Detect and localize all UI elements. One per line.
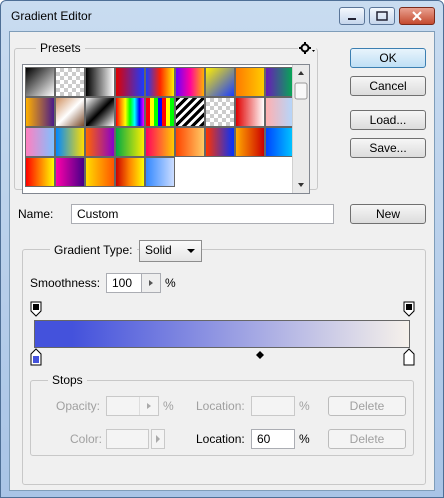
gradient-type-value: Solid bbox=[145, 243, 172, 257]
preset-swatch[interactable] bbox=[205, 97, 235, 127]
cancel-button[interactable]: Cancel bbox=[350, 76, 426, 96]
name-input[interactable]: Custom bbox=[71, 204, 334, 224]
color-location-unit: % bbox=[299, 432, 310, 446]
color-midpoint-marker[interactable] bbox=[256, 348, 264, 359]
presets-label: Presets bbox=[36, 41, 85, 55]
smoothness-value: 100 bbox=[112, 276, 133, 290]
stop-color-swatch[interactable] bbox=[106, 429, 149, 449]
presets-scrollbar[interactable] bbox=[292, 65, 309, 193]
smoothness-label: Smoothness: bbox=[30, 276, 101, 290]
opacity-stop-icon bbox=[403, 301, 415, 317]
delete-color-stop-button[interactable]: Delete bbox=[328, 429, 406, 449]
ok-button[interactable]: OK bbox=[350, 48, 426, 68]
preset-swatch[interactable] bbox=[25, 97, 55, 127]
opacity-label: Opacity: bbox=[56, 399, 101, 413]
color-stop-icon bbox=[30, 348, 42, 366]
close-icon bbox=[412, 11, 422, 21]
stop-color-menu-button[interactable] bbox=[151, 429, 165, 449]
stops-label: Stops bbox=[48, 373, 87, 387]
opacity-location-input[interactable] bbox=[251, 396, 295, 416]
gradient-preview-bar[interactable] bbox=[34, 320, 410, 348]
smoothness-stepper[interactable] bbox=[141, 274, 160, 292]
diamond-icon bbox=[256, 351, 264, 359]
maximize-icon bbox=[376, 11, 388, 21]
opacity-location-unit: % bbox=[299, 399, 310, 413]
preset-swatch[interactable] bbox=[205, 67, 235, 97]
preset-swatch[interactable] bbox=[55, 127, 85, 157]
color-location-label: Location: bbox=[196, 432, 245, 446]
opacity-stop-icon bbox=[30, 301, 42, 317]
preset-swatch[interactable] bbox=[55, 67, 85, 97]
preset-swatch[interactable] bbox=[205, 127, 235, 157]
preset-swatch[interactable] bbox=[145, 97, 175, 127]
opacity-input[interactable] bbox=[106, 396, 159, 416]
chevron-down-icon bbox=[187, 249, 195, 253]
color-stop-icon bbox=[403, 348, 415, 366]
color-stop-left[interactable] bbox=[30, 348, 42, 366]
delete-opacity-stop-button[interactable]: Delete bbox=[328, 396, 406, 416]
opacity-unit: % bbox=[163, 399, 174, 413]
gear-icon bbox=[299, 42, 315, 54]
window-title: Gradient Editor bbox=[11, 9, 92, 23]
preset-swatch[interactable] bbox=[85, 67, 115, 97]
preset-swatch[interactable] bbox=[265, 67, 295, 97]
preset-swatch[interactable] bbox=[25, 127, 55, 157]
preset-swatch[interactable] bbox=[85, 157, 115, 187]
gradient-type-label: Gradient Type: bbox=[50, 240, 137, 260]
load-button[interactable]: Load... bbox=[350, 110, 426, 130]
preset-swatch[interactable] bbox=[145, 127, 175, 157]
preset-swatch[interactable] bbox=[175, 127, 205, 157]
preset-swatch[interactable] bbox=[85, 127, 115, 157]
preset-swatch[interactable] bbox=[175, 67, 205, 97]
gradient-type-select[interactable]: Solid bbox=[139, 240, 202, 262]
smoothness-percent: % bbox=[165, 276, 176, 290]
preset-swatch[interactable] bbox=[235, 67, 265, 97]
dialog-body: Presets OK Cancel Load... Save... Name: … bbox=[9, 31, 435, 491]
presets-menu-button[interactable] bbox=[298, 41, 316, 55]
preset-swatch[interactable] bbox=[85, 97, 115, 127]
preset-swatch[interactable] bbox=[265, 127, 295, 157]
preset-swatch[interactable] bbox=[145, 67, 175, 97]
minimize-button[interactable] bbox=[339, 7, 365, 25]
preset-swatch[interactable] bbox=[25, 67, 55, 97]
minimize-icon bbox=[348, 18, 356, 20]
preset-swatch[interactable] bbox=[265, 97, 295, 127]
close-button[interactable] bbox=[399, 7, 435, 25]
preset-swatch[interactable] bbox=[115, 67, 145, 97]
presets-swatch-grid[interactable] bbox=[22, 64, 310, 194]
preset-swatch[interactable] bbox=[115, 127, 145, 157]
preset-swatch[interactable] bbox=[175, 97, 205, 127]
chevron-right-icon bbox=[156, 435, 160, 443]
opacity-location-label: Location: bbox=[196, 399, 245, 413]
color-location-input[interactable]: 60 bbox=[251, 429, 295, 449]
opacity-stop-right[interactable] bbox=[403, 301, 415, 317]
opacity-stepper[interactable] bbox=[139, 397, 158, 415]
preset-swatch[interactable] bbox=[115, 157, 145, 187]
preset-swatch[interactable] bbox=[25, 157, 55, 187]
chevron-right-icon bbox=[147, 403, 151, 409]
color-label: Color: bbox=[70, 432, 103, 446]
title-bar[interactable]: Gradient Editor bbox=[1, 1, 443, 29]
smoothness-input[interactable]: 100 bbox=[106, 273, 161, 293]
preset-swatch[interactable] bbox=[235, 127, 265, 157]
opacity-stop-left[interactable] bbox=[30, 301, 42, 317]
preset-swatch[interactable] bbox=[115, 97, 145, 127]
preset-swatch[interactable] bbox=[55, 157, 85, 187]
preset-swatch[interactable] bbox=[55, 97, 85, 127]
maximize-button[interactable] bbox=[369, 7, 395, 25]
name-label: Name: bbox=[18, 207, 54, 221]
save-button[interactable]: Save... bbox=[350, 138, 426, 158]
gradient-editor-window: Gradient Editor Presets OK Cancel Load..… bbox=[0, 0, 444, 498]
new-button[interactable]: New bbox=[350, 204, 426, 224]
preset-swatch[interactable] bbox=[145, 157, 175, 187]
preset-swatch[interactable] bbox=[235, 97, 265, 127]
scrollbar-arrows bbox=[294, 71, 308, 187]
color-stop-right[interactable] bbox=[403, 348, 415, 366]
chevron-right-icon bbox=[149, 280, 153, 286]
